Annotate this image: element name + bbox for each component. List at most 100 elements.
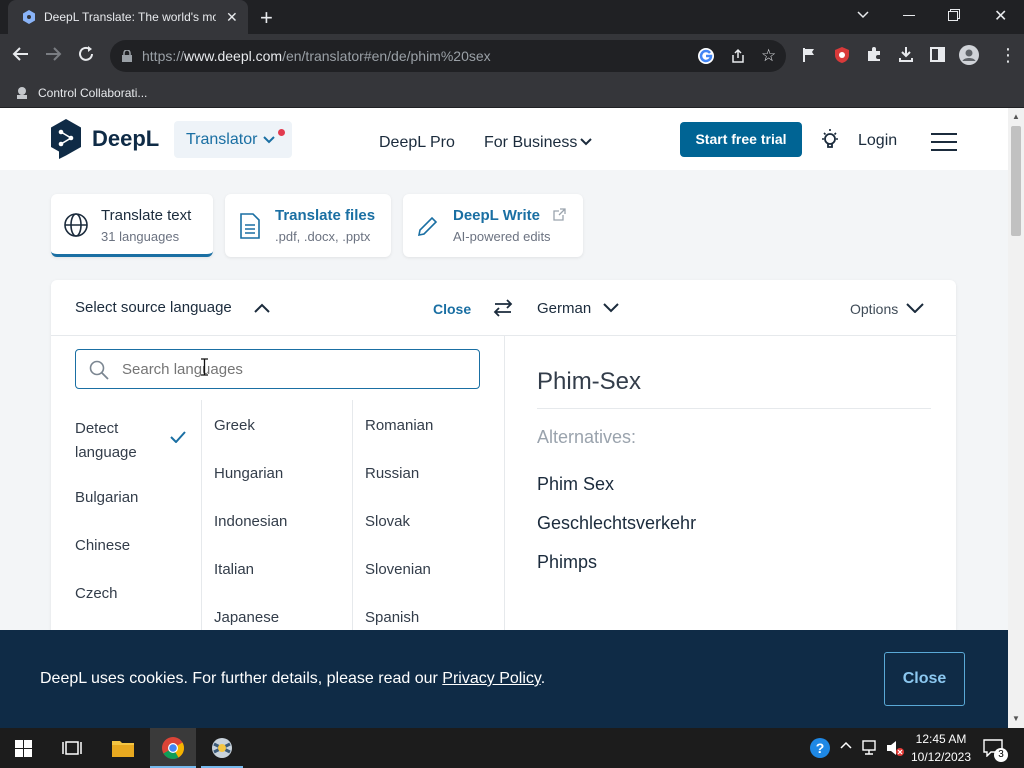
tab-close-icon[interactable]: ✕ [226, 9, 238, 26]
new-tab-icon[interactable]: + [260, 5, 273, 31]
nav-for-business[interactable]: For Business [484, 134, 577, 152]
browser-toolbar: https://www.deepl.com/en/translator#en/d… [0, 34, 1024, 78]
start-free-trial-button[interactable]: Start free trial [680, 122, 802, 157]
deepl-logo[interactable]: DeepL [50, 119, 159, 159]
hamburger-menu-icon[interactable] [931, 133, 957, 151]
pencil-icon [417, 215, 439, 237]
swap-languages-icon[interactable] [493, 298, 513, 318]
tab-subtitle: 31 languages [101, 229, 180, 244]
minimize-icon[interactable] [903, 15, 915, 16]
share-icon[interactable] [730, 48, 746, 64]
deepl-favicon-icon [22, 10, 36, 24]
nav-deepl-pro[interactable]: DeepL Pro [379, 134, 455, 152]
tab-translate-files[interactable]: Translate files .pdf, .docx, .pptx [225, 194, 391, 257]
bookmark-item[interactable]: Control Collaborati... [14, 82, 147, 104]
site-header: DeepL Translator DeepL Pro For Business … [0, 108, 1008, 170]
scroll-up-icon[interactable]: ▲ [1012, 112, 1020, 121]
cookie-period: . [540, 670, 546, 687]
address-bar[interactable]: https://www.deepl.com/en/translator#en/d… [110, 40, 786, 72]
language-option[interactable]: Czech [75, 585, 118, 602]
translator-label: Translator [186, 131, 258, 148]
google-lens-icon[interactable] [697, 47, 715, 65]
url-path: /en/translator#en/de/phim%20sex [282, 48, 491, 64]
flag-extension-icon[interactable] [802, 47, 816, 63]
restore-icon[interactable] [948, 9, 960, 21]
reload-icon[interactable] [77, 45, 95, 63]
language-option[interactable]: Japanese [214, 609, 279, 626]
tab-subtitle: AI-powered edits [453, 229, 551, 244]
privacy-policy-link[interactable]: Privacy Policy [442, 670, 540, 687]
translator-dropdown[interactable]: Translator [174, 121, 292, 158]
tab-title: Translate text [101, 207, 192, 224]
target-chevron-down-icon[interactable] [603, 303, 619, 313]
language-option[interactable]: Chinese [75, 537, 130, 554]
target-language-selector[interactable]: German [537, 300, 591, 317]
chevron-up-icon[interactable] [254, 303, 270, 313]
options-dropdown[interactable]: Options [850, 301, 898, 317]
bookmark-label: Control Collaborati... [38, 86, 148, 100]
language-option[interactable]: Slovenian [365, 561, 431, 578]
scrollbar-thumb[interactable] [1011, 126, 1021, 236]
bookmark-star-icon[interactable]: ☆ [761, 46, 776, 66]
language-option[interactable]: Bulgarian [75, 489, 138, 506]
language-option[interactable]: Spanish [365, 609, 419, 626]
language-option-detect[interactable]: Detect language [75, 417, 155, 465]
alternative-item[interactable]: Geschlechtsverkehr [537, 513, 696, 534]
extensions-puzzle-icon[interactable] [866, 46, 882, 62]
svg-text:?: ? [816, 740, 825, 756]
clock-time[interactable]: 12:45 AM [912, 732, 970, 746]
side-panel-icon[interactable] [930, 47, 945, 62]
volume-muted-icon[interactable] [886, 740, 904, 756]
options-chevron-down-icon[interactable] [906, 303, 924, 313]
chrome-taskbar-button[interactable] [150, 728, 196, 768]
bookmarks-bar: Control Collaborati... [0, 78, 1024, 108]
bookmark-icon [14, 85, 30, 101]
tab-deepl-write[interactable]: DeepL Write AI-powered edits [403, 194, 583, 257]
file-explorer-icon[interactable] [111, 738, 135, 758]
language-option[interactable]: Indonesian [214, 513, 287, 530]
tray-chevron-up-icon[interactable] [840, 741, 852, 749]
app-taskbar-icon[interactable] [210, 736, 234, 760]
help-icon[interactable]: ? [809, 737, 831, 759]
task-view-icon[interactable] [62, 739, 82, 757]
clock-date[interactable]: 10/12/2023 [908, 750, 974, 764]
alternative-item[interactable]: Phimps [537, 552, 597, 573]
profile-avatar-icon[interactable] [959, 45, 979, 65]
alternative-item[interactable]: Phim Sex [537, 474, 614, 495]
login-link[interactable]: Login [858, 132, 897, 150]
network-icon[interactable] [862, 740, 880, 756]
tab-search-chevron-icon[interactable] [856, 7, 870, 21]
scroll-down-icon[interactable]: ▼ [1012, 714, 1020, 723]
language-option[interactable]: Italian [214, 561, 254, 578]
tab-translate-text[interactable]: Translate text 31 languages [51, 194, 213, 257]
page-scrollbar[interactable]: ▲ ▼ [1008, 108, 1024, 728]
language-option[interactable]: Hungarian [214, 465, 283, 482]
browser-tab[interactable]: DeepL Translate: The world's mo ✕ [8, 0, 248, 34]
browser-menu-icon[interactable]: ⋮ [999, 46, 1017, 64]
back-icon[interactable] [12, 45, 30, 63]
lightbulb-icon[interactable] [820, 128, 840, 152]
windows-start-icon[interactable] [15, 740, 32, 757]
language-option[interactable]: Romanian [365, 417, 433, 434]
shield-extension-icon[interactable] [834, 46, 850, 64]
cookie-text-line: DeepL uses cookies. For further details,… [40, 670, 545, 688]
download-icon[interactable] [898, 46, 914, 62]
notification-dot [278, 129, 285, 136]
lock-icon[interactable] [122, 50, 132, 62]
language-search-input[interactable] [122, 358, 462, 380]
source-language-selector[interactable]: Select source language [75, 299, 232, 316]
translation-output[interactable]: Phim-Sex [537, 368, 641, 396]
url-text: https://www.deepl.com/en/translator#en/d… [142, 48, 491, 64]
browser-tab-bar: DeepL Translate: The world's mo ✕ + ✕ [0, 0, 1024, 34]
close-language-list-button[interactable]: Close [433, 301, 471, 317]
cookie-message: DeepL uses cookies. For further details,… [40, 670, 438, 687]
language-option[interactable]: Slovak [365, 513, 410, 530]
language-option[interactable]: Greek [214, 417, 255, 434]
language-option[interactable]: Russian [365, 465, 419, 482]
window-close-icon[interactable]: ✕ [994, 6, 1007, 26]
forward-icon[interactable] [44, 45, 62, 63]
output-divider [537, 408, 931, 409]
tab-subtitle: .pdf, .docx, .pptx [275, 229, 371, 244]
deepl-logo-icon [50, 119, 82, 159]
cookie-close-button[interactable]: Close [884, 652, 965, 706]
